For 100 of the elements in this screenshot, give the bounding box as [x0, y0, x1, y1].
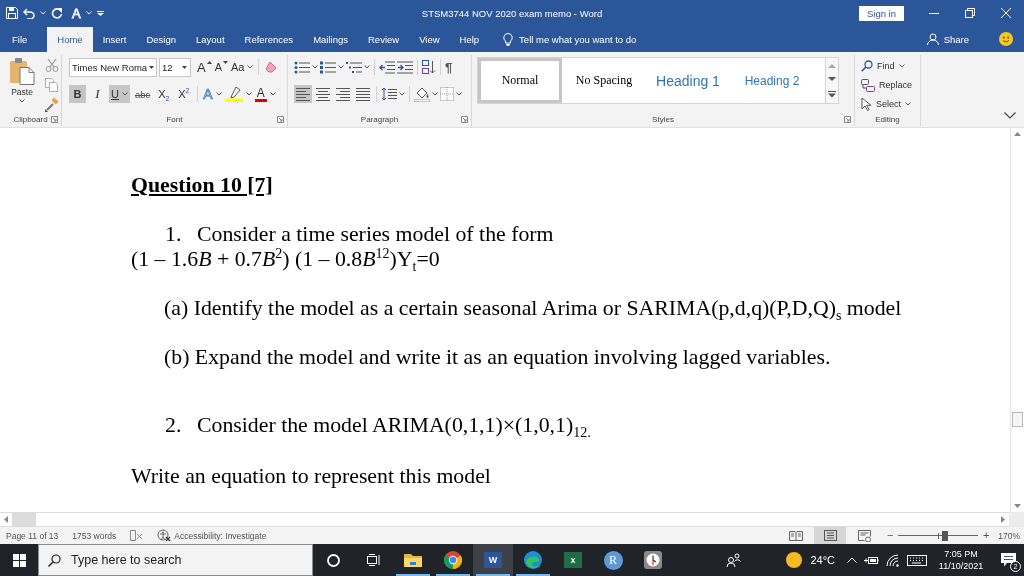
- ribbon-tab[interactable]: Mailings: [303, 27, 358, 52]
- underline-button[interactable]: U: [109, 85, 130, 103]
- accessibility-button[interactable]: Accessibility: Investigate: [157, 529, 267, 542]
- align-right-button[interactable]: [334, 85, 352, 103]
- dropdown-caret-icon[interactable]: [269, 92, 276, 96]
- vertical-scrollbar[interactable]: [1010, 128, 1024, 512]
- shrink-font-button[interactable]: A: [214, 58, 228, 76]
- taskbar-app-button[interactable]: x: [553, 544, 593, 576]
- ribbon-tab[interactable]: Help: [449, 27, 490, 52]
- dropdown-caret-icon[interactable]: [905, 102, 911, 106]
- ribbon-tab[interactable]: Layout: [186, 27, 235, 52]
- ribbon-tab[interactable]: Design: [136, 27, 186, 52]
- subscript-button[interactable]: X$_{2}$: [155, 85, 173, 103]
- dropdown-caret-icon[interactable]: [247, 65, 254, 69]
- scroll-right-icon[interactable]: [1001, 516, 1005, 523]
- taskbar-clock[interactable]: 7:05 PM 11/10/2021: [935, 548, 987, 572]
- proofing-icon[interactable]: [130, 530, 144, 541]
- font-color-button[interactable]: A: [254, 86, 267, 102]
- ribbon-tab[interactable]: View: [409, 27, 450, 52]
- minimize-icon[interactable]: [929, 12, 939, 14]
- ribbon-tab[interactable]: Insert: [92, 27, 137, 52]
- word-count[interactable]: 1753 words: [72, 530, 117, 541]
- font-name-field[interactable]: Times New Roma: [69, 57, 157, 77]
- scroll-down-icon[interactable]: [1014, 504, 1021, 508]
- line-spacing-icon[interactable]: [381, 87, 397, 101]
- dialog-launcher-icon[interactable]: [51, 115, 58, 123]
- taskbar-app-button[interactable]: W: [473, 544, 513, 576]
- justify-button[interactable]: [354, 85, 372, 103]
- wifi-icon[interactable]: [886, 553, 899, 567]
- restore-icon[interactable]: [965, 8, 975, 18]
- replace-button[interactable]: Replace: [861, 76, 913, 94]
- sun-icon[interactable]: [786, 552, 803, 568]
- zoom-slider-thumb[interactable]: [942, 530, 949, 541]
- scroll-down-icon[interactable]: [828, 77, 836, 82]
- ribbon-tab[interactable]: References: [234, 27, 304, 52]
- dropdown-caret-icon[interactable]: [399, 92, 405, 96]
- battery-icon[interactable]: [864, 555, 879, 565]
- zoom-in-button[interactable]: +: [982, 527, 991, 544]
- increase-indent-icon[interactable]: [397, 60, 413, 74]
- dialog-launcher-icon[interactable]: [461, 115, 468, 123]
- find-button[interactable]: Find: [861, 57, 913, 75]
- grow-font-button[interactable]: A: [197, 58, 212, 76]
- print-layout-button[interactable]: [814, 527, 847, 544]
- highlighter-icon[interactable]: [224, 86, 243, 102]
- task-view-icon[interactable]: [366, 554, 380, 566]
- touch-mode-button[interactable]: A: [72, 6, 81, 20]
- dropdown-caret-icon[interactable]: [338, 65, 344, 69]
- scroll-left-icon[interactable]: [4, 516, 8, 523]
- paint-bucket-icon[interactable]: [414, 86, 430, 102]
- style-option[interactable]: No Spacing: [562, 58, 646, 103]
- dropdown-caret-icon[interactable]: [364, 65, 370, 69]
- people-icon[interactable]: [726, 553, 742, 567]
- dropdown-caret-icon[interactable]: [215, 92, 222, 96]
- dropdown-caret-icon[interactable]: [898, 64, 905, 68]
- tell-me-field[interactable]: Tell me what you want to do: [519, 33, 660, 45]
- smiley-icon[interactable]: [999, 32, 1013, 46]
- horizontal-scrollbar[interactable]: [0, 512, 1009, 527]
- decrease-indent-icon[interactable]: [379, 60, 395, 74]
- chevron-up-icon[interactable]: [847, 557, 857, 563]
- eraser-icon[interactable]: [264, 60, 279, 74]
- style-option[interactable]: Normal: [478, 58, 562, 103]
- sort-icon[interactable]: [422, 60, 436, 74]
- zoom-out-button[interactable]: −: [886, 527, 895, 544]
- italic-button[interactable]: I: [89, 85, 106, 103]
- notification-icon[interactable]: [1001, 553, 1016, 567]
- multilevel-list-icon[interactable]: [346, 60, 362, 74]
- redo-icon[interactable]: [51, 7, 63, 19]
- dropdown-caret-icon[interactable]: [121, 92, 128, 96]
- sign-in-button[interactable]: Sign in: [858, 5, 904, 21]
- show-formatting-marks-button[interactable]: ¶: [445, 58, 453, 76]
- bulleted-list-icon[interactable]: [294, 60, 310, 74]
- ring-icon[interactable]: [326, 553, 340, 567]
- dropdown-caret-icon[interactable]: [312, 65, 318, 69]
- customize-toolbar-icon[interactable]: [96, 10, 104, 16]
- scroll-up-icon[interactable]: [1014, 132, 1021, 136]
- dropdown-arrow-icon[interactable]: [182, 65, 187, 69]
- numbered-list-icon[interactable]: [320, 60, 336, 74]
- paintbrush-icon[interactable]: [45, 98, 59, 112]
- change-case-button[interactable]: Aa: [231, 58, 254, 76]
- dropdown-caret-icon[interactable]: [456, 92, 462, 96]
- keyboard-icon[interactable]: [907, 554, 927, 566]
- scrollbar-thumb[interactable]: [1012, 412, 1023, 427]
- ribbon-tab[interactable]: Home: [47, 27, 93, 52]
- zoom-percent-button[interactable]: 170%: [998, 530, 1020, 541]
- page-count[interactable]: Page 11 of 13: [6, 530, 59, 541]
- strikethrough-button[interactable]: abc: [132, 85, 153, 103]
- share-button[interactable]: Share: [926, 26, 969, 52]
- style-option[interactable]: Heading 1: [646, 58, 730, 103]
- select-button[interactable]: Select: [861, 95, 913, 113]
- temperature-text[interactable]: 24°C: [810, 554, 835, 566]
- dialog-launcher-icon[interactable]: [844, 115, 851, 123]
- ribbon-tab[interactable]: File: [2, 27, 38, 52]
- save-icon[interactable]: [6, 7, 18, 19]
- close-icon[interactable]: [1001, 8, 1011, 18]
- dropdown-caret-icon[interactable]: [245, 92, 252, 96]
- align-center-button[interactable]: [314, 85, 332, 103]
- dialog-launcher-icon[interactable]: [277, 115, 284, 123]
- scrollbar-thumb[interactable]: [12, 513, 36, 526]
- superscript-button[interactable]: X$^{2}$: [175, 85, 193, 103]
- align-left-button[interactable]: [294, 85, 312, 103]
